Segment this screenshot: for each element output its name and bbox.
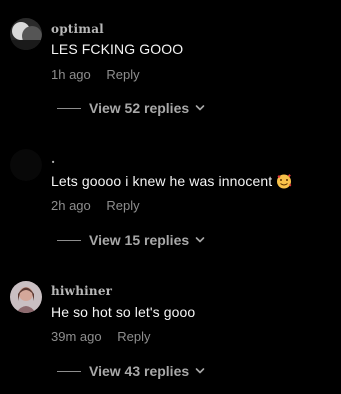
view-replies-button[interactable]: View 15 replies [57, 232, 205, 248]
comment-username[interactable]: hiwhiner [51, 284, 112, 298]
avatar-photo-icon [10, 281, 42, 313]
view-replies-button[interactable]: View 43 replies [57, 363, 205, 379]
avatar[interactable] [10, 281, 42, 313]
avatar-blank-icon [10, 149, 42, 181]
comment-text-content: Lets goooo i knew he was innocent [51, 173, 273, 189]
chevron-down-icon [195, 105, 205, 111]
avatar-photo-icon [10, 18, 42, 50]
comment-timestamp: 39m ago [51, 329, 102, 344]
comment-username[interactable]: . [51, 152, 55, 166]
view-replies-label: View 43 replies [89, 363, 190, 379]
comment-timestamp: 1h ago [51, 67, 91, 82]
divider-line [57, 370, 81, 372]
comment-meta: 2h ago Reply [51, 198, 140, 213]
chevron-down-icon [195, 237, 205, 243]
comment-text: LES FCKING GOOO [51, 41, 184, 57]
avatar[interactable] [10, 18, 42, 50]
divider-line [57, 107, 81, 109]
comment-text: He so hot so let's gooo [51, 304, 196, 320]
comment-text: Lets goooo i knew he was innocent [51, 173, 292, 189]
comment-timestamp: 2h ago [51, 198, 91, 213]
face-with-heart-eyes-smiling-icon [277, 174, 292, 189]
view-replies-button[interactable]: View 52 replies [57, 100, 205, 116]
divider-line [57, 239, 81, 241]
reply-button[interactable]: Reply [117, 329, 150, 344]
comment-username[interactable]: optimal [51, 22, 104, 36]
view-replies-label: View 15 replies [89, 232, 190, 248]
reply-button[interactable]: Reply [106, 198, 139, 213]
reply-button[interactable]: Reply [106, 67, 139, 82]
chevron-down-icon [195, 368, 205, 374]
avatar[interactable] [10, 149, 42, 181]
view-replies-label: View 52 replies [89, 100, 190, 116]
comment-meta: 39m ago Reply [51, 329, 150, 344]
comment-meta: 1h ago Reply [51, 67, 140, 82]
